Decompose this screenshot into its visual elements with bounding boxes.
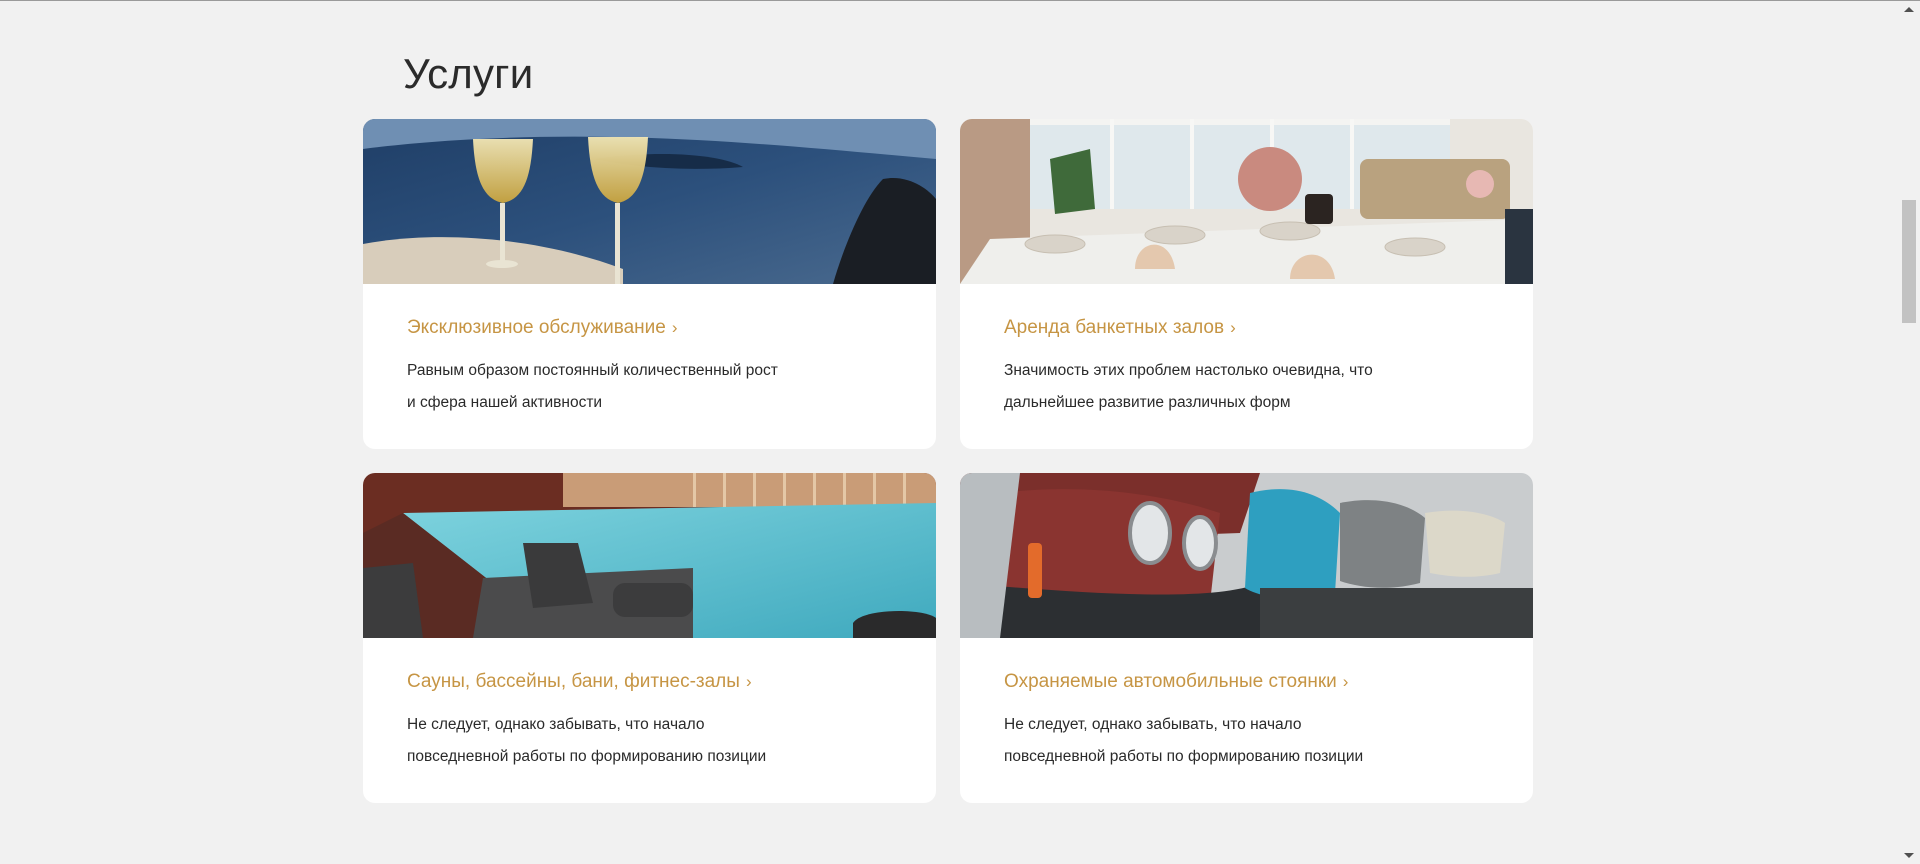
service-description: Не следует, однако забывать, что начало … — [407, 709, 827, 773]
chevron-right-icon: › — [1230, 318, 1236, 337]
description-line: Равным образом постоянный количественный… — [407, 362, 778, 379]
service-description: Значимость этих проблем настолько очевид… — [1004, 355, 1424, 419]
top-border — [0, 0, 1920, 1]
description-line: повседневной работы по формированию пози… — [1004, 748, 1364, 765]
description-line: Не следует, однако забывать, что начало — [407, 716, 705, 733]
chevron-right-icon: › — [671, 318, 678, 337]
service-card-parking[interactable]: Охраняемые автомобильные стоянки › Не сле… — [960, 473, 1533, 803]
service-description: Не следует, однако забывать, что начало … — [1004, 709, 1424, 773]
scroll-down-arrow-icon[interactable] — [1904, 853, 1914, 858]
service-title-link[interactable]: Охраняемые автомобильные стоянки › — [1004, 671, 1348, 693]
scroll-up-arrow-icon[interactable] — [1904, 7, 1914, 12]
vertical-scrollbar[interactable] — [1898, 1, 1920, 864]
description-line: повседневной работы по формированию пози… — [407, 748, 767, 765]
service-title: Эксклюзивное обслуживание — [407, 317, 666, 338]
description-line: Значимость этих проблем настолько очевид… — [1004, 362, 1373, 379]
service-title-link[interactable]: Эксклюзивное обслуживание › — [407, 317, 678, 339]
champagne-photo — [363, 119, 936, 284]
description-line: и сфера нашей активности — [407, 394, 603, 411]
service-card-exclusive[interactable]: Эксклюзивное обслуживание › Равным образо… — [363, 119, 936, 449]
scrollbar-thumb[interactable] — [1902, 200, 1916, 323]
banquet-photo — [960, 119, 1533, 284]
description-line: дальнейшее развитие различных форм — [1004, 394, 1291, 411]
service-title-link[interactable]: Аренда банкетных залов › — [1004, 317, 1236, 339]
service-title-link[interactable]: Сауны, бассейны, бани, фитнес-залы › — [407, 671, 752, 693]
description-line: Не следует, однако забывать, что начало — [1004, 716, 1302, 733]
chevron-right-icon: › — [745, 672, 752, 691]
service-description: Равным образом постоянный количественный… — [407, 355, 827, 419]
cars-photo — [960, 473, 1533, 638]
service-title: Охраняемые автомобильные стоянки — [1004, 671, 1337, 692]
pool-photo — [363, 473, 936, 638]
page-title: Услуги — [403, 50, 534, 97]
service-title: Сауны, бассейны, бани, фитнес-залы — [407, 671, 740, 692]
service-card-banquet[interactable]: Аренда банкетных залов › Значимость этих … — [960, 119, 1533, 449]
service-title: Аренда банкетных залов — [1004, 317, 1225, 338]
service-card-spa[interactable]: Сауны, бассейны, бани, фитнес-залы › Не с… — [363, 473, 936, 803]
chevron-right-icon: › — [1342, 672, 1349, 691]
